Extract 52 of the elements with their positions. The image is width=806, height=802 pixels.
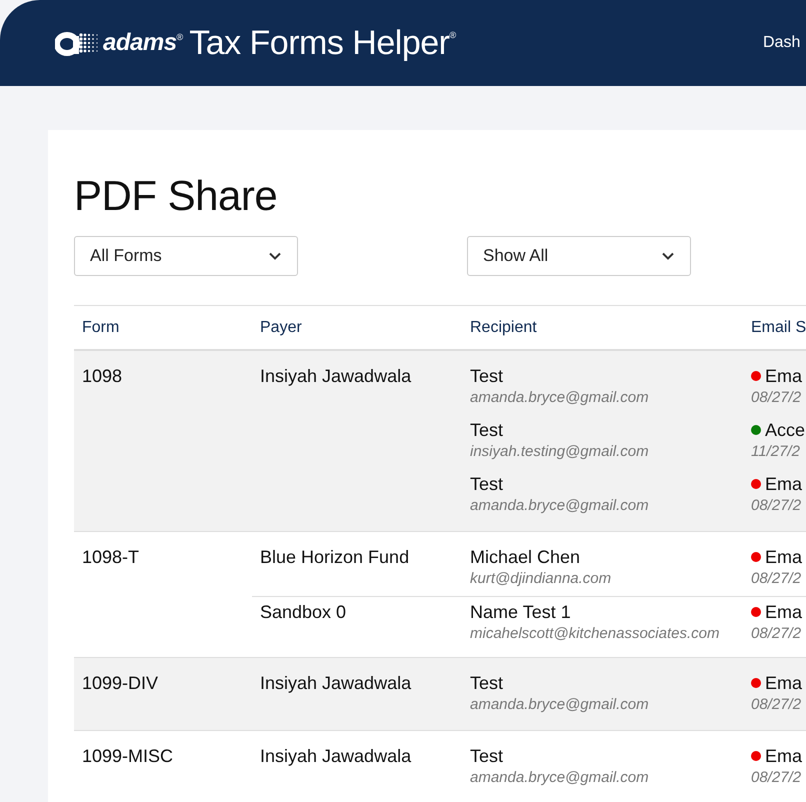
recipient-name: Test	[470, 365, 504, 387]
recipient-name: Test	[470, 745, 504, 767]
status-date: 08/27/2	[751, 569, 802, 589]
filter-dropdown[interactable]: Show All	[467, 236, 691, 276]
recipient-email: amanda.bryce@gmail.com	[470, 496, 649, 516]
status-text: Ema	[765, 672, 802, 694]
form-cell-text: 1098	[81, 365, 124, 387]
recipient-name: Michael Chen	[470, 546, 580, 568]
payer-cell-text: Blue Horizon Fund	[259, 546, 410, 568]
status-text: Ema	[765, 745, 802, 767]
payer-cell-text: Insiyah Jawadwala	[259, 365, 412, 387]
logo-icon	[55, 30, 99, 56]
brand-name: adams	[103, 29, 177, 57]
recipient-name: Test	[470, 473, 504, 495]
registered-mark: ®	[449, 30, 456, 40]
filter-dropdown[interactable]: All Forms	[74, 236, 298, 276]
column-header[interactable]: Recipient	[462, 318, 743, 336]
status-date: 11/27/2	[751, 442, 800, 462]
recipient-email: amanda.bryce@gmail.com	[470, 388, 649, 408]
column-header[interactable]: Email S	[743, 318, 806, 336]
form-cell-text: 1098-T	[81, 546, 140, 568]
recipient-email: micahelscott@kitchenassociates.com	[470, 624, 720, 644]
recipient-name: Name Test 1	[470, 601, 571, 623]
column-header[interactable]: Form	[74, 318, 252, 336]
chevron-icon	[269, 252, 281, 260]
status-text: Ema	[765, 365, 802, 387]
status-text: Ema	[765, 546, 802, 568]
form-cell-text: 1099-MISC	[81, 745, 174, 767]
status-date: 08/27/2	[751, 768, 802, 788]
payer-cell-text: Insiyah Jawadwala	[259, 745, 412, 767]
status-text: Ema	[765, 473, 802, 495]
recipient-email: amanda.bryce@gmail.com	[470, 695, 649, 715]
payer-cell-text: Insiyah Jawadwala	[259, 672, 412, 694]
status-date: 08/27/2	[751, 624, 802, 644]
status-date: 08/27/2	[751, 695, 802, 715]
registered-mark: ®	[176, 32, 184, 42]
recipient-name: Test	[470, 672, 504, 694]
nav-link[interactable]: Dash	[763, 34, 800, 52]
status-date: 08/27/2	[751, 388, 802, 408]
product-name: Tax Forms Helper	[189, 24, 450, 62]
status-text: Ema	[765, 601, 802, 623]
payer-cell-text: Sandbox 0	[259, 601, 348, 623]
recipient-name: Test	[470, 419, 504, 441]
form-cell-text: 1099-DIV	[81, 672, 160, 694]
chevron-icon	[662, 252, 674, 260]
page-title: PDF Share	[74, 172, 278, 220]
status-date: 08/27/2	[751, 496, 802, 516]
status-text: Acce	[765, 419, 806, 441]
recipient-email: insiyah.testing@gmail.com	[470, 442, 649, 462]
column-header[interactable]: Payer	[252, 318, 462, 336]
recipient-email: kurt@djindianna.com	[470, 569, 612, 589]
recipient-email: amanda.bryce@gmail.com	[470, 768, 649, 788]
